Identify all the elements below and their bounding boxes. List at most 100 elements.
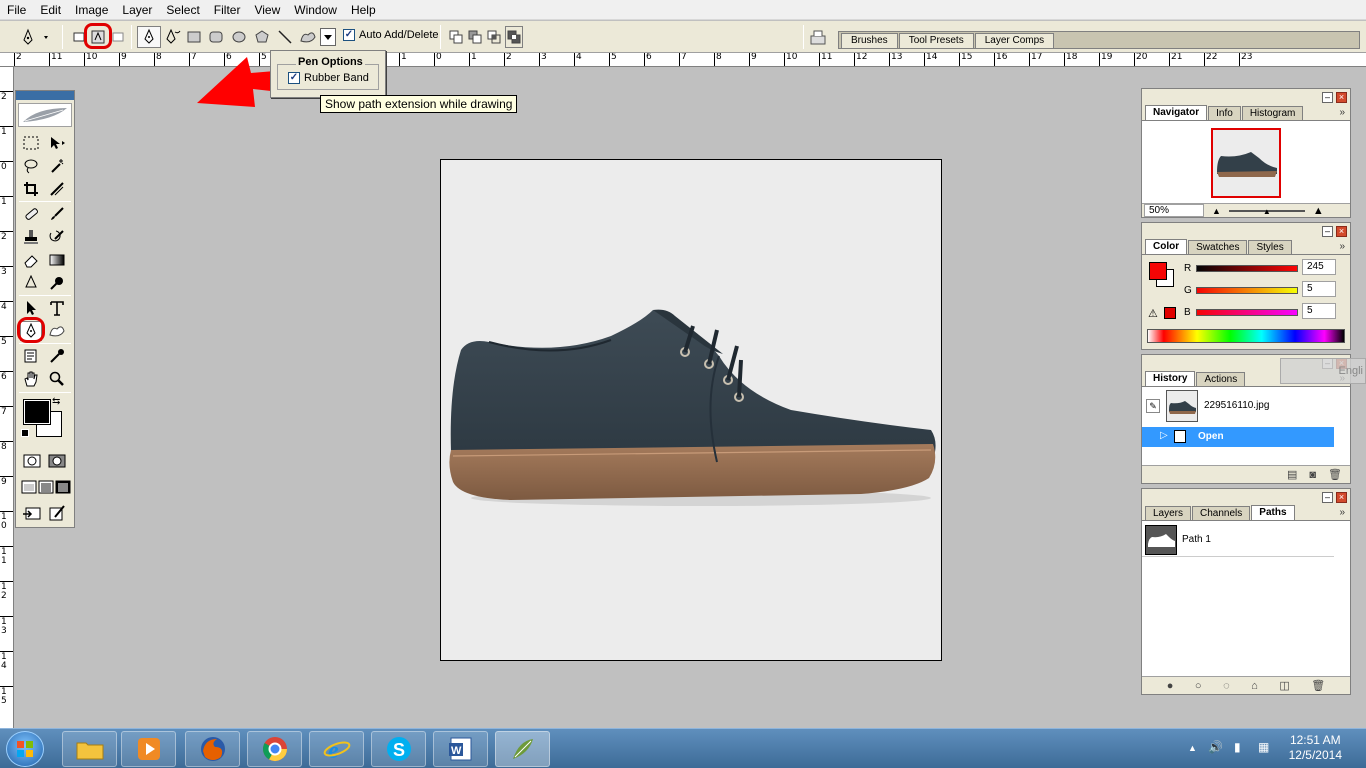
tab-info[interactable]: Info — [1208, 106, 1241, 120]
fill-path-icon[interactable]: ● — [1167, 680, 1174, 692]
clone-stamp-tool[interactable] — [20, 227, 42, 247]
tab-channels[interactable]: Channels — [1192, 506, 1251, 520]
rounded-rectangle-button[interactable] — [207, 26, 225, 48]
rubber-band-option[interactable]: ✓ Rubber Band — [288, 72, 369, 84]
quick-mask-button[interactable] — [46, 451, 68, 471]
navigator-thumbnail[interactable] — [1211, 128, 1281, 198]
palette-well-tab-layer-comps[interactable]: Layer Comps — [974, 33, 1055, 48]
blue-slider[interactable]: B 5 — [1184, 303, 1336, 319]
taskbar-internet-explorer[interactable]: e — [309, 731, 364, 767]
minimize-icon[interactable]: – — [1322, 491, 1333, 503]
freeform-pen-button[interactable] — [163, 26, 183, 48]
zoom-slider[interactable]: ▲ — [1228, 207, 1305, 216]
close-icon[interactable]: × — [1336, 225, 1347, 237]
document-canvas[interactable] — [440, 159, 942, 661]
screen-mode-full-button[interactable] — [52, 477, 74, 497]
history-brush-source-icon[interactable]: ✎ — [1146, 399, 1160, 413]
eraser-tool[interactable] — [20, 250, 42, 270]
menu-help[interactable]: Help — [344, 0, 383, 20]
minimize-icon[interactable]: – — [1322, 91, 1333, 103]
warning-icon[interactable]: ⚠ — [1148, 307, 1158, 320]
history-brush-tool[interactable] — [46, 227, 68, 247]
palette-well-tab-tool-presets[interactable]: Tool Presets — [898, 33, 974, 48]
dodge-tool[interactable] — [46, 273, 68, 293]
zoom-in-icon[interactable]: ▲ — [1313, 205, 1324, 217]
color-spectrum-ramp[interactable] — [1147, 329, 1345, 343]
rectangle-shape-button[interactable] — [185, 26, 203, 48]
blue-slider-bar[interactable] — [1196, 309, 1298, 316]
standard-mode-button[interactable] — [21, 451, 43, 471]
palette-menu-icon[interactable]: » — [1339, 107, 1345, 118]
path-selection-tool[interactable] — [20, 298, 42, 318]
polygon-button[interactable] — [253, 26, 271, 48]
load-path-as-selection-icon[interactable]: ◌ — [1223, 680, 1230, 692]
tab-color[interactable]: Color — [1145, 239, 1188, 254]
auto-add-delete-checkbox[interactable]: ✓ — [343, 29, 355, 41]
magic-wand-tool[interactable] — [46, 156, 68, 176]
slice-tool[interactable] — [46, 179, 68, 199]
healing-brush-tool[interactable] — [20, 204, 42, 224]
palette-menu-icon[interactable]: » — [1339, 241, 1345, 252]
tab-actions[interactable]: Actions — [1196, 372, 1246, 386]
device-icon[interactable]: ▮ — [1234, 740, 1241, 754]
network-icon[interactable]: ▦ — [1258, 740, 1269, 754]
combine-subtract-button[interactable] — [467, 26, 483, 48]
auto-add-delete-option[interactable]: ✓ Auto Add/Delete — [343, 29, 439, 41]
foreground-color-swatch[interactable] — [23, 399, 51, 425]
combine-add-button[interactable] — [448, 26, 464, 48]
show-hidden-icons[interactable]: ▲ — [1188, 743, 1197, 753]
close-icon[interactable]: × — [1336, 91, 1347, 103]
tool-preset-picker[interactable] — [18, 26, 54, 48]
edit-in-imageready-button[interactable] — [46, 503, 68, 523]
zoom-out-icon[interactable]: ▲ — [1212, 206, 1221, 216]
new-path-icon[interactable]: ◫ — [1279, 679, 1289, 692]
delete-path-icon[interactable]: 🗑 — [1311, 679, 1325, 692]
delete-state-icon[interactable]: 🗑 — [1328, 468, 1342, 481]
green-value-field[interactable]: 5 — [1302, 281, 1336, 297]
system-clock[interactable]: 12:51 AM 12/5/2014 — [1289, 733, 1342, 763]
tab-navigator[interactable]: Navigator — [1145, 105, 1208, 120]
taskbar-file-explorer[interactable] — [62, 731, 117, 767]
foreground-color-chip[interactable] — [1149, 262, 1167, 280]
menu-edit[interactable]: Edit — [33, 0, 68, 20]
crop-tool[interactable] — [20, 179, 42, 199]
marquee-tool[interactable] — [20, 133, 42, 153]
taskbar-word[interactable]: W — [433, 731, 488, 767]
make-work-path-icon[interactable]: ⌂ — [1251, 680, 1258, 692]
menu-image[interactable]: Image — [68, 0, 115, 20]
language-bar[interactable]: Engli — [1280, 358, 1366, 384]
menu-view[interactable]: View — [247, 0, 287, 20]
gamut-color-chip[interactable] — [1164, 307, 1176, 319]
minimize-icon[interactable]: – — [1322, 225, 1333, 237]
rubber-band-checkbox[interactable]: ✓ — [288, 72, 300, 84]
combine-intersect-button[interactable] — [486, 26, 502, 48]
lasso-tool[interactable] — [20, 156, 42, 176]
notes-tool[interactable] — [20, 346, 42, 366]
hand-tool[interactable] — [20, 369, 42, 389]
close-icon[interactable]: × — [1336, 491, 1347, 503]
new-snapshot-icon[interactable]: ◙ — [1309, 469, 1316, 481]
new-document-from-state-icon[interactable]: ▤ — [1287, 468, 1297, 481]
palette-well-tab-brushes[interactable]: Brushes — [841, 33, 898, 48]
eyedropper-tool[interactable] — [46, 346, 68, 366]
custom-shape-tool[interactable] — [46, 321, 68, 341]
green-slider[interactable]: G 5 — [1184, 281, 1336, 297]
zoom-field[interactable]: 50% — [1144, 204, 1204, 217]
menu-filter[interactable]: Filter — [207, 0, 248, 20]
line-button[interactable] — [276, 26, 294, 48]
red-slider-bar[interactable] — [1196, 265, 1298, 272]
default-colors-icon[interactable] — [21, 429, 29, 437]
zoom-tool[interactable] — [46, 369, 68, 389]
move-tool[interactable] — [46, 133, 68, 153]
ellipse-button[interactable] — [230, 26, 248, 48]
blue-value-field[interactable]: 5 — [1302, 303, 1336, 319]
palette-menu-icon[interactable]: » — [1339, 507, 1345, 518]
path-row[interactable]: Path 1 — [1142, 523, 1334, 557]
green-slider-bar[interactable] — [1196, 287, 1298, 294]
red-slider[interactable]: R 245 — [1184, 259, 1336, 275]
taskbar-chrome[interactable] — [247, 731, 302, 767]
menu-select[interactable]: Select — [159, 0, 206, 20]
taskbar-photoshop[interactable] — [495, 731, 550, 767]
red-value-field[interactable]: 245 — [1302, 259, 1336, 275]
jump-to-imageready-button[interactable] — [21, 503, 43, 523]
